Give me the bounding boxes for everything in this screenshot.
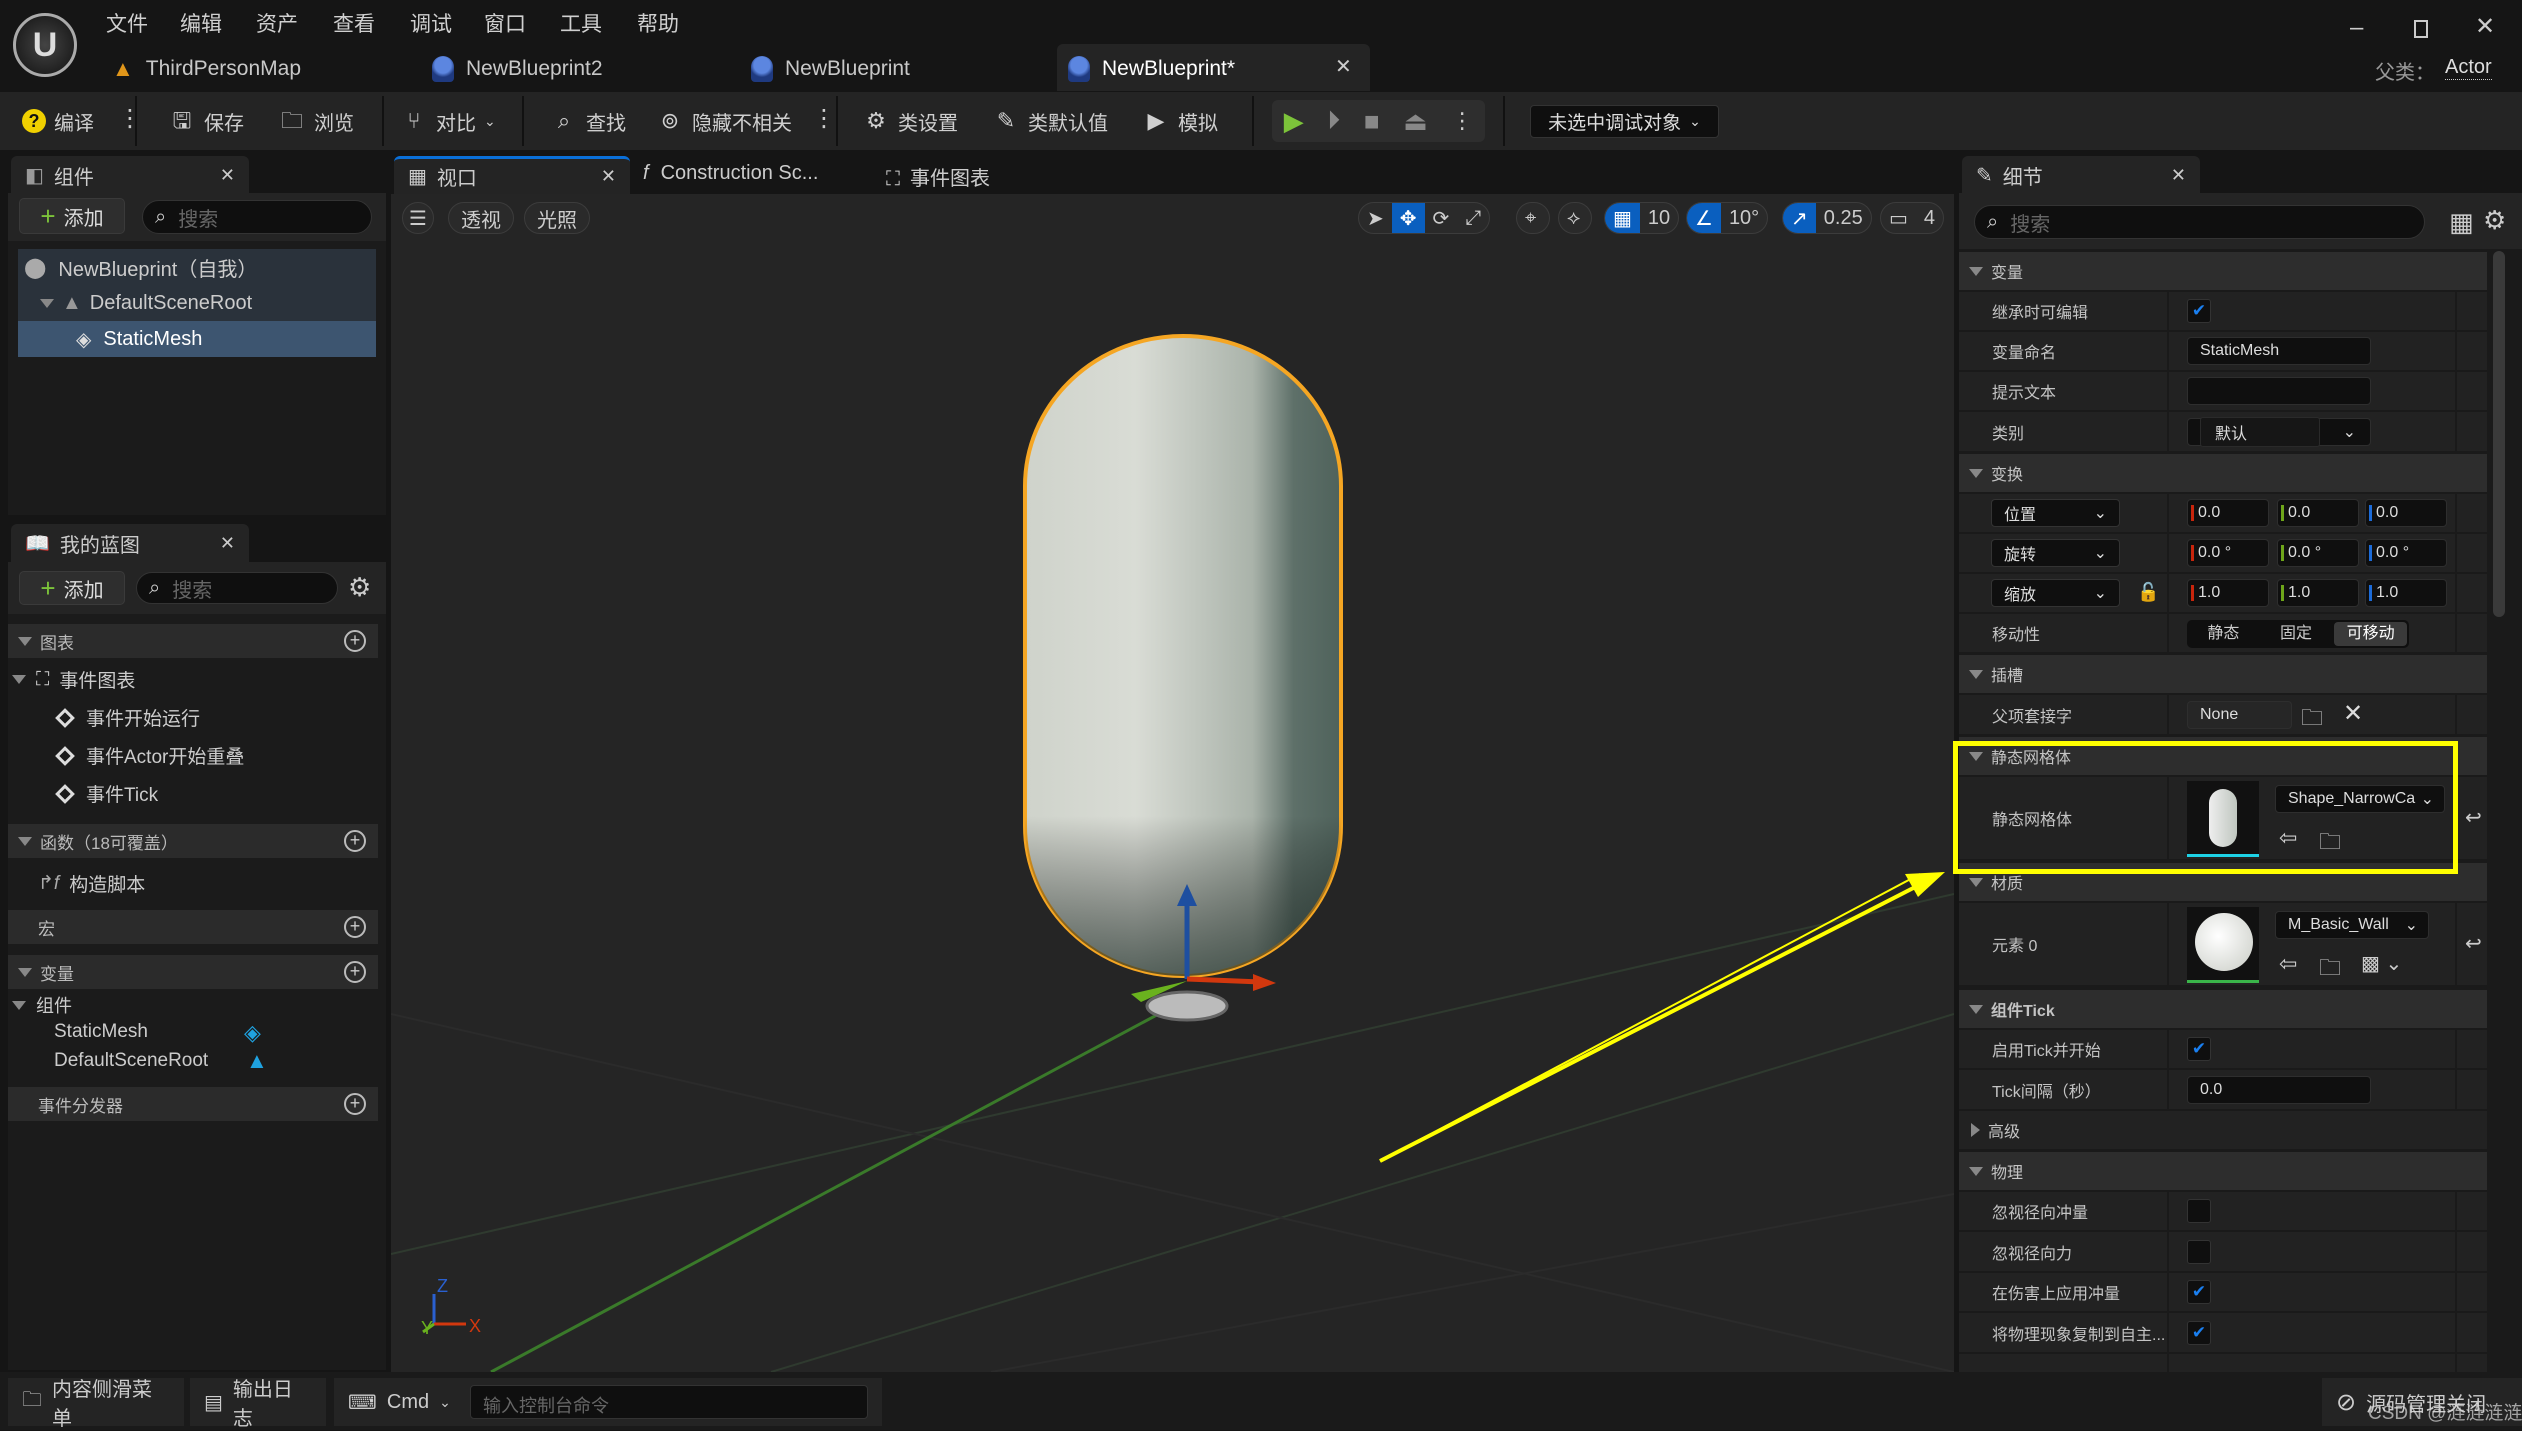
console-input[interactable]: 输入控制台命令 [470, 1385, 868, 1419]
annotation-arrow [1379, 872, 1945, 1163]
content-drawer-icon: 🗀 [22, 1389, 42, 1411]
console-icon: ⌨ [348, 1391, 377, 1414]
output-log-button[interactable]: ▤ 输出日志 [190, 1378, 326, 1430]
disabled-icon: ⊘ [2336, 1388, 2357, 1416]
chevron-down-icon: ⌄ [439, 1393, 451, 1410]
output-log-icon: ▤ [204, 1391, 223, 1414]
content-drawer-button[interactable]: 🗀 内容侧滑菜单 [8, 1378, 184, 1430]
watermark: CSDN @涟涟涟涟 [2368, 1403, 2522, 1424]
